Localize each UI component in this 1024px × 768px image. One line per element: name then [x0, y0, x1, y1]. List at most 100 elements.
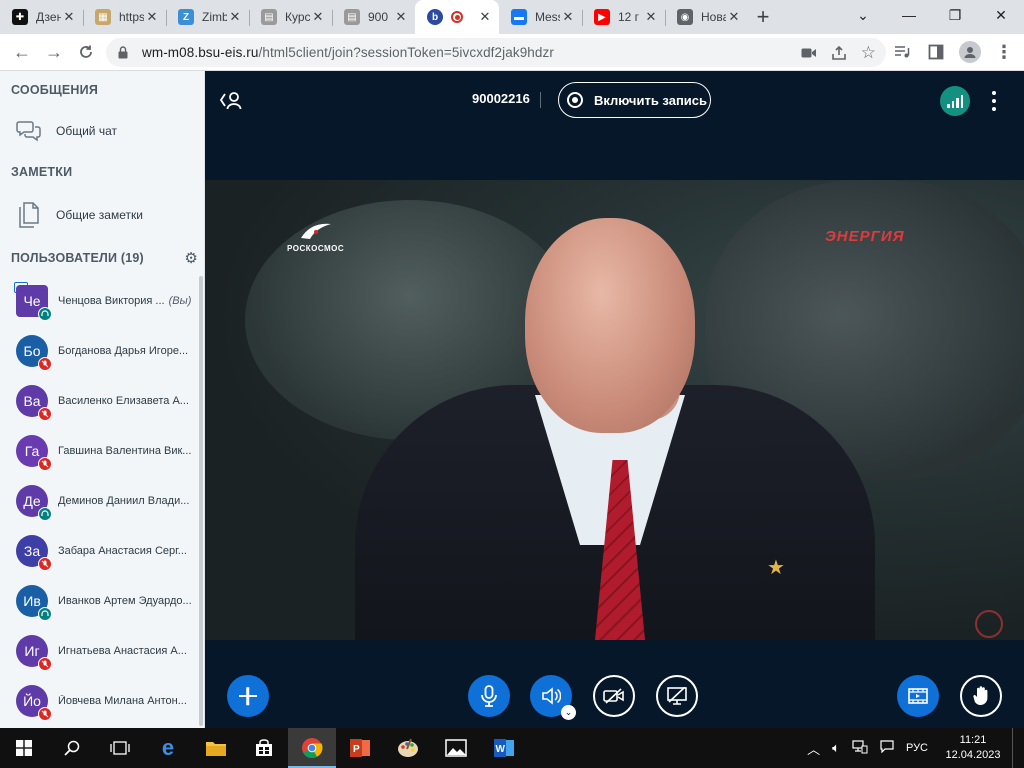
- tray-chevron-up-icon[interactable]: ︿: [807, 739, 820, 758]
- close-window-button[interactable]: ✕: [978, 0, 1024, 30]
- users-settings-gear-icon[interactable]: ⚙: [184, 249, 198, 267]
- photos-icon: [445, 739, 467, 757]
- new-tab-button[interactable]: +: [748, 0, 778, 34]
- window-controls: ⌄ — ❐ ✕: [840, 0, 1024, 34]
- toggle-userlist-button[interactable]: [219, 89, 243, 116]
- muted-mic-icon: [38, 557, 52, 571]
- notification-chat-icon[interactable]: [880, 740, 894, 756]
- tab-search-icon[interactable]: ⌄: [840, 0, 886, 30]
- volume-icon[interactable]: 🔈︎: [832, 740, 840, 756]
- maximize-button[interactable]: ❐: [932, 0, 978, 30]
- user-avatar: Ва: [16, 385, 52, 421]
- powerpoint-app[interactable]: P: [336, 728, 384, 768]
- user-name: Деминов Даниил Влади...: [58, 495, 198, 507]
- tab-title: Новая в: [701, 10, 726, 24]
- camera-icon[interactable]: [801, 47, 817, 59]
- browser-tab[interactable]: ▤ Курс ✕: [249, 0, 332, 34]
- tab-favicon-icon: ▬: [511, 9, 527, 25]
- screen-share-button[interactable]: [656, 675, 698, 717]
- photos-app[interactable]: [432, 728, 480, 768]
- side-panel-icon[interactable]: [924, 40, 948, 64]
- connection-status-button[interactable]: [940, 86, 970, 116]
- user-list-item[interactable]: Де Деминов Даниил Влади...: [0, 476, 204, 526]
- user-initials: Иг: [24, 643, 40, 659]
- browser-tab[interactable]: Z Zimbra✕: [166, 0, 249, 34]
- user-list-item[interactable]: Йо Йовчева Милана Антон...: [0, 676, 204, 726]
- reload-button[interactable]: [70, 36, 102, 68]
- clock[interactable]: 11:21 12.04.2023: [934, 733, 1012, 763]
- audio-button[interactable]: ⌄: [530, 675, 576, 720]
- tab-close-icon[interactable]: ✕: [477, 9, 493, 25]
- word-app[interactable]: W: [480, 728, 528, 768]
- reload-icon: [80, 45, 92, 58]
- tab-close-icon[interactable]: ✕: [643, 9, 659, 25]
- tab-close-icon[interactable]: ✕: [144, 9, 160, 25]
- tab-title: https://: [119, 10, 144, 24]
- webcam-video[interactable]: РОСКОСМОС ЭНЕРГИЯ ★: [205, 180, 1024, 640]
- tab-close-icon[interactable]: ✕: [726, 9, 742, 25]
- browser-tab[interactable]: ◉ Новая в✕: [665, 0, 748, 34]
- microphone-button[interactable]: [468, 675, 510, 717]
- chrome-icon: [302, 738, 323, 759]
- notes-header: ЗАМЕТКИ: [11, 165, 73, 179]
- listen-only-icon: [38, 507, 52, 521]
- browser-tab[interactable]: ✚ Дзен ✕: [0, 0, 83, 34]
- user-list-item[interactable]: Че Ченцова Виктория ... (Вы): [0, 276, 204, 326]
- explorer-app[interactable]: [192, 728, 240, 768]
- user-name: Богданова Дарья Игоре...: [58, 345, 198, 357]
- network-icon[interactable]: [852, 739, 868, 757]
- back-button[interactable]: ←: [6, 36, 38, 68]
- corner-watermark-icon: [975, 610, 1003, 638]
- share-icon[interactable]: [831, 45, 847, 61]
- store-app[interactable]: [240, 728, 288, 768]
- media-control-icon[interactable]: [890, 40, 914, 64]
- browser-tab[interactable]: ▬ Messenger✕: [499, 0, 582, 34]
- raise-hand-button[interactable]: [960, 675, 1002, 717]
- input-language[interactable]: РУС: [906, 742, 928, 754]
- forward-button[interactable]: →: [38, 36, 70, 68]
- public-chat-label: Общий чат: [56, 124, 117, 138]
- browser-tab[interactable]: ▦ https://✕: [83, 0, 166, 34]
- word-icon: W: [494, 739, 514, 757]
- public-chat-item[interactable]: Общий чат: [0, 108, 204, 154]
- user-list-item[interactable]: Ва Василенко Елизавета А...: [0, 376, 204, 426]
- tab-close-icon[interactable]: ✕: [310, 9, 326, 25]
- user-list-item[interactable]: Ив Иванков Артем Эдуардо...: [0, 576, 204, 626]
- edge-app[interactable]: e: [144, 728, 192, 768]
- profile-avatar-icon[interactable]: [958, 40, 982, 64]
- start-button[interactable]: [0, 728, 48, 768]
- muted-mic-icon: [38, 357, 52, 371]
- user-list-scrollbar[interactable]: [199, 276, 203, 726]
- browser-tab[interactable]: ▤ 900 ✕: [332, 0, 415, 34]
- browser-tab[interactable]: b ✕: [415, 0, 499, 34]
- user-list-item[interactable]: Бо Богданова Дарья Игоре...: [0, 326, 204, 376]
- browser-tab[interactable]: ▶ 12 г ✕: [582, 0, 665, 34]
- tab-close-icon[interactable]: ✕: [227, 9, 243, 25]
- user-avatar: Иг: [16, 635, 52, 671]
- bookmark-star-icon[interactable]: ☆: [861, 43, 876, 63]
- minimize-button[interactable]: —: [886, 0, 932, 30]
- tab-close-icon[interactable]: ✕: [560, 9, 576, 25]
- options-menu-button[interactable]: [991, 91, 997, 111]
- folder-icon: [206, 742, 226, 756]
- user-list-item[interactable]: Иг Игнатьева Анастасия А...: [0, 626, 204, 676]
- task-view-button[interactable]: [96, 728, 144, 768]
- tab-close-icon[interactable]: ✕: [61, 9, 77, 25]
- actions-plus-button[interactable]: [227, 675, 269, 717]
- shared-notes-item[interactable]: Общие заметки: [0, 190, 204, 240]
- muted-mic-icon: [38, 707, 52, 721]
- camera-button[interactable]: [593, 675, 635, 717]
- paint-app[interactable]: [384, 728, 432, 768]
- address-bar[interactable]: wm-m08.bsu-eis.ru/html5client/join?sessi…: [106, 38, 886, 67]
- user-list-item[interactable]: Га Гавшина Валентина Вик...: [0, 426, 204, 476]
- chrome-menu-icon[interactable]: ⋮: [992, 40, 1016, 64]
- chrome-app[interactable]: [288, 728, 336, 768]
- clock-date: 12.04.2023: [945, 749, 1001, 761]
- show-desktop-button[interactable]: [1012, 728, 1024, 768]
- user-list-item[interactable]: За Забара Анастасия Серг...: [0, 526, 204, 576]
- start-recording-button[interactable]: Включить запись: [558, 82, 711, 118]
- chevron-down-icon[interactable]: ⌄: [561, 705, 576, 720]
- tab-close-icon[interactable]: ✕: [393, 9, 409, 25]
- presentation-button[interactable]: [897, 675, 939, 717]
- search-button[interactable]: [48, 728, 96, 768]
